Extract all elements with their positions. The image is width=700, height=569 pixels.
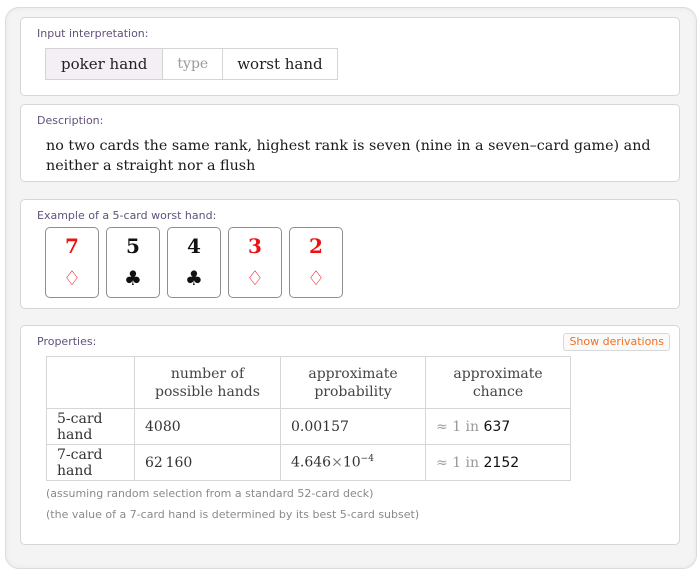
playing-card: 3 ♢ bbox=[228, 227, 282, 298]
club-icon: ♣ bbox=[185, 266, 203, 290]
row-label: 5-card hand bbox=[46, 408, 135, 445]
properties-table: number of possible hands approximate pro… bbox=[46, 356, 571, 481]
card-rank: 5 bbox=[126, 234, 140, 258]
footnote: (the value of a 7-card hand is determine… bbox=[46, 508, 420, 521]
probability-exponent: −4 bbox=[360, 454, 374, 465]
club-icon: ♣ bbox=[124, 266, 142, 290]
pod-title: Properties: bbox=[37, 335, 97, 348]
one-in-label: 1 in bbox=[452, 454, 480, 471]
one-in-label: 1 in bbox=[452, 418, 480, 435]
probability-cell: 0.00157 bbox=[280, 408, 426, 445]
card-rank: 4 bbox=[187, 234, 201, 258]
chance-cell: ≈ 1 in 2152 bbox=[425, 444, 571, 481]
header-cell bbox=[46, 356, 135, 409]
table-row: 7-card hand 62 160 4.646×10−4 ≈ 1 in 215… bbox=[46, 444, 571, 481]
chance-value: 2152 bbox=[483, 454, 520, 471]
footnote: (assuming random selection from a standa… bbox=[46, 487, 374, 500]
count-cell: 4080 bbox=[134, 408, 281, 445]
probability-base: 10 bbox=[342, 454, 361, 471]
interpretation-table: poker hand type worst hand bbox=[45, 48, 338, 80]
description-pod: Description: no two cards the same rank,… bbox=[20, 104, 680, 182]
input-interpretation-pod: Input interpretation: poker hand type wo… bbox=[20, 17, 680, 96]
pod-title: Description: bbox=[37, 114, 104, 127]
header-cell: approximate probability bbox=[280, 356, 426, 409]
diamond-icon: ♢ bbox=[307, 266, 325, 290]
pod-title: Example of a 5-card worst hand: bbox=[37, 209, 217, 222]
table-header-row: number of possible hands approximate pro… bbox=[46, 356, 571, 409]
diamond-icon: ♢ bbox=[246, 266, 264, 290]
interpretation-entity: poker hand bbox=[46, 49, 164, 79]
show-derivations-button[interactable]: Show derivations bbox=[563, 333, 670, 351]
row-label: 7-card hand bbox=[46, 444, 135, 481]
probability-cell: 4.646×10−4 bbox=[280, 444, 426, 481]
count-cell: 62 160 bbox=[134, 444, 281, 481]
probability-mantissa: 4.646 bbox=[291, 454, 332, 471]
playing-card: 7 ♢ bbox=[45, 227, 99, 298]
times-symbol: × bbox=[331, 454, 343, 471]
description-text: no two cards the same rank, highest rank… bbox=[46, 138, 651, 174]
interpretation-property-type: type bbox=[163, 49, 224, 79]
diamond-icon: ♢ bbox=[63, 266, 81, 290]
header-cell: approximate chance bbox=[425, 356, 571, 409]
playing-card: 4 ♣ bbox=[167, 227, 221, 298]
chance-value: 637 bbox=[483, 418, 511, 435]
card-rank: 2 bbox=[309, 234, 323, 258]
card-rank: 7 bbox=[65, 234, 79, 258]
playing-card: 5 ♣ bbox=[106, 227, 160, 298]
approx-symbol: ≈ bbox=[436, 454, 448, 471]
card-rank: 3 bbox=[248, 234, 262, 258]
table-row: 5-card hand 4080 0.00157 ≈ 1 in 637 bbox=[46, 408, 571, 445]
properties-pod: Properties: Show derivations number of p… bbox=[20, 325, 680, 545]
header-cell: number of possible hands bbox=[134, 356, 281, 409]
pod-title: Input interpretation: bbox=[37, 27, 149, 40]
card-list: 7 ♢ 5 ♣ 4 ♣ 3 ♢ 2 ♢ bbox=[45, 227, 343, 298]
playing-card: 2 ♢ bbox=[289, 227, 343, 298]
interpretation-value: worst hand bbox=[237, 55, 323, 73]
chance-cell: ≈ 1 in 637 bbox=[425, 408, 571, 445]
example-pod: Example of a 5-card worst hand: 7 ♢ 5 ♣ … bbox=[20, 199, 680, 309]
approx-symbol: ≈ bbox=[436, 418, 448, 435]
